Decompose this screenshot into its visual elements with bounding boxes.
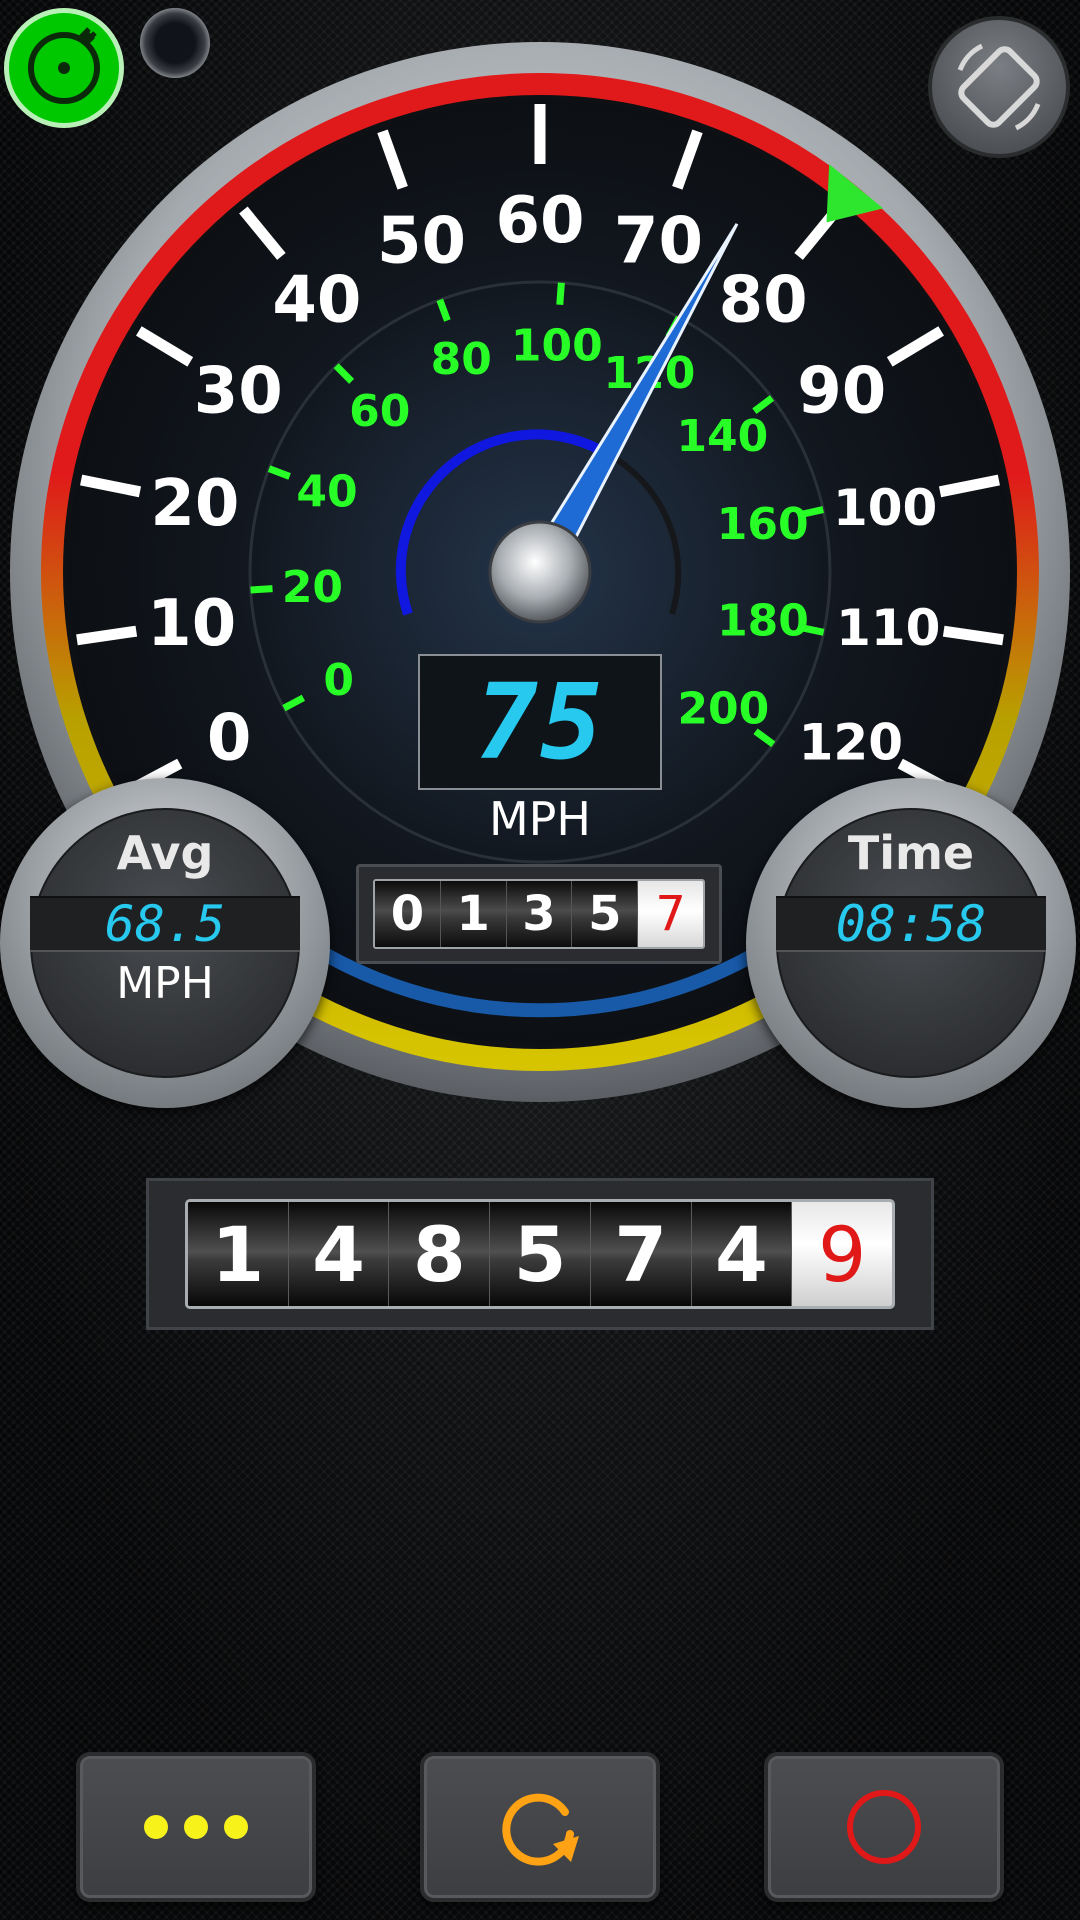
kmh-tick-label: 40 [296,467,357,518]
gps-satellite-icon[interactable] [4,8,124,128]
odometer[interactable]: 1 4 8 5 7 4 9 [146,1178,934,1330]
trip-digit: 5 [572,881,639,947]
more-button[interactable] [76,1752,316,1902]
mph-tick-label: 100 [833,479,937,537]
time-dial[interactable]: Time 08:58 [746,778,1076,1108]
kmh-tick-label: 140 [676,411,768,462]
reset-button[interactable] [420,1752,660,1902]
kmh-tick [556,282,565,305]
kmh-tick [250,585,273,594]
odometer-digit: 5 [490,1202,591,1306]
average-unit: MPH [116,958,214,1009]
mph-tick-label: 50 [377,205,466,279]
kmh-tick-label: 0 [323,655,354,706]
mph-tick-label: 110 [836,599,940,657]
mph-tick-label: 120 [799,713,903,771]
average-title: Avg [116,826,214,880]
needle-hub [488,520,592,624]
trip-odometer[interactable]: 0 1 3 5 7 [356,864,722,964]
mph-tick-label: 30 [194,355,283,429]
trip-digit-tenths: 7 [638,881,703,947]
rotate-screen-icon[interactable] [928,16,1070,158]
mph-tick-label: 80 [719,264,808,338]
trip-digit: 3 [506,881,573,947]
mph-tick-label: 0 [207,701,252,775]
more-dots-icon [80,1756,312,1898]
trip-digit: 0 [375,881,441,947]
odometer-digit: 7 [590,1202,692,1306]
kmh-tick-label: 200 [677,683,769,734]
kmh-tick-label: 20 [282,562,343,613]
odometer-digit: 4 [691,1202,793,1306]
kmh-tick-label: 80 [431,334,492,385]
mph-tick-label: 60 [495,184,584,258]
average-speed-dial[interactable]: Avg 68.5 MPH [0,778,330,1108]
average-value: 68.5 [30,895,300,953]
time-value: 08:58 [776,895,1046,953]
time-title: Time [847,826,975,880]
odometer-digit-tenths: 9 [792,1202,892,1306]
kmh-tick-label: 160 [717,499,809,550]
mph-tick-label: 70 [614,205,703,279]
mph-tick-label: 40 [272,264,361,338]
reset-icon [424,1756,656,1898]
speed-unit-label: MPH [488,792,592,846]
odometer-digit: 1 [188,1202,289,1306]
mph-tick-label: 20 [150,467,239,541]
mph-tick-label: 10 [147,587,236,661]
odometer-digit: 4 [288,1202,390,1306]
trip-digit: 1 [440,881,507,947]
record-button[interactable] [764,1752,1004,1902]
kmh-tick-label: 100 [511,321,603,372]
odometer-digit: 8 [389,1202,491,1306]
current-speed-readout: 75 [418,654,662,790]
camera-lens-icon[interactable] [140,8,210,78]
kmh-tick-label: 60 [349,386,410,437]
record-icon [768,1756,1000,1898]
mph-tick-label: 90 [797,355,886,429]
kmh-tick-label: 180 [717,595,809,646]
